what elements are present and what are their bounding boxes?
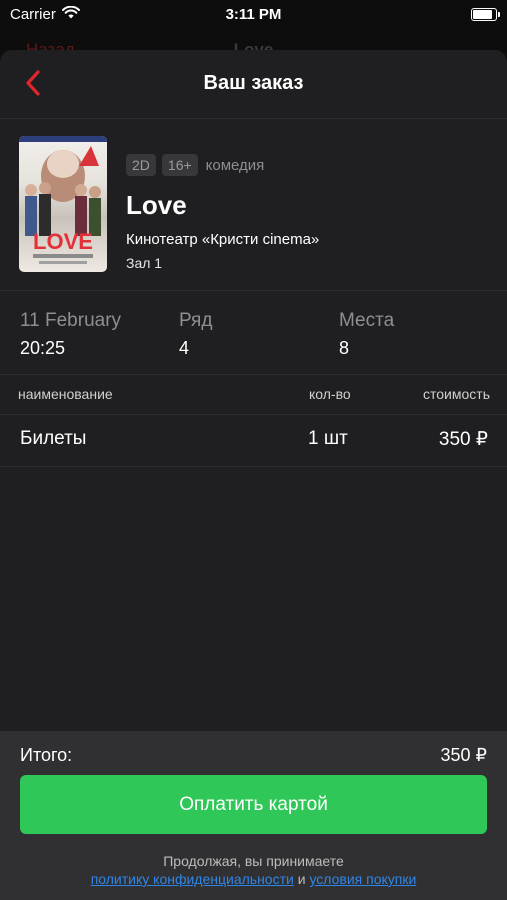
privacy-policy-link[interactable]: политику конфиденциальности (91, 871, 294, 887)
status-time: 3:11 PM (225, 6, 282, 23)
format-badge: 2D (126, 154, 156, 176)
row-value: 4 (179, 338, 190, 358)
links-conjunction: и (297, 871, 306, 887)
total-label: Итого: (20, 745, 73, 765)
total-value: 350 ₽ (440, 745, 488, 765)
session-date: 11 February (20, 310, 122, 331)
row-label: Ряд (179, 310, 213, 331)
order-table-header: наименование кол-во стоимость (0, 374, 507, 415)
checkout-footer: Итого: 350 ₽ Оплатить картой Продолжая, … (0, 731, 507, 900)
purchase-terms-link[interactable]: условия покупки (309, 871, 416, 887)
column-header-qty: кол-во (309, 386, 351, 402)
genre-label: комедия (205, 156, 265, 174)
pay-by-card-button[interactable]: Оплатить картой (20, 775, 487, 834)
nav-bar: Ваш заказ (0, 50, 507, 119)
order-sheet: Ваш заказ LOVE 2D 16+ комедия Love Кинот… (0, 50, 507, 900)
item-qty: 1 шт (308, 428, 348, 449)
film-info: LOVE 2D 16+ комедия Love Кинотеатр «Крис… (0, 118, 507, 291)
seats-label: Места (339, 310, 395, 331)
seats-value: 8 (339, 338, 350, 358)
agreement-text: Продолжая, вы принимаете (163, 853, 344, 869)
item-price: 350 ₽ (438, 429, 488, 450)
film-title: Love (126, 190, 187, 220)
hall-name: Зал 1 (126, 255, 163, 271)
poster-title-text: LOVE (33, 229, 93, 254)
battery-fill (473, 10, 492, 19)
agreement-links: политику конфиденциальности и условия по… (0, 871, 507, 887)
film-tags: 2D 16+ комедия (126, 154, 264, 176)
table-row: Билеты 1 шт 350 ₽ (0, 414, 507, 467)
page-title: Ваш заказ (203, 72, 304, 94)
movie-poster: LOVE (19, 136, 107, 272)
status-bar: Carrier 3:11 PM (0, 0, 507, 30)
session-time: 20:25 (20, 338, 66, 358)
cinema-name: Кинотеатр «Кристи cinema» (126, 231, 320, 248)
battery-icon (471, 8, 500, 21)
session-info: 11 February 20:25 Ряд 4 Места 8 (0, 290, 507, 375)
item-name: Билеты (20, 428, 87, 449)
seats-col: Места 8 (339, 310, 394, 359)
column-header-price: стоимость (423, 386, 490, 402)
row-col: Ряд 4 (179, 310, 212, 359)
session-date-col: 11 February 20:25 (20, 310, 121, 359)
age-badge: 16+ (161, 154, 198, 176)
column-header-name: наименование (18, 386, 113, 402)
